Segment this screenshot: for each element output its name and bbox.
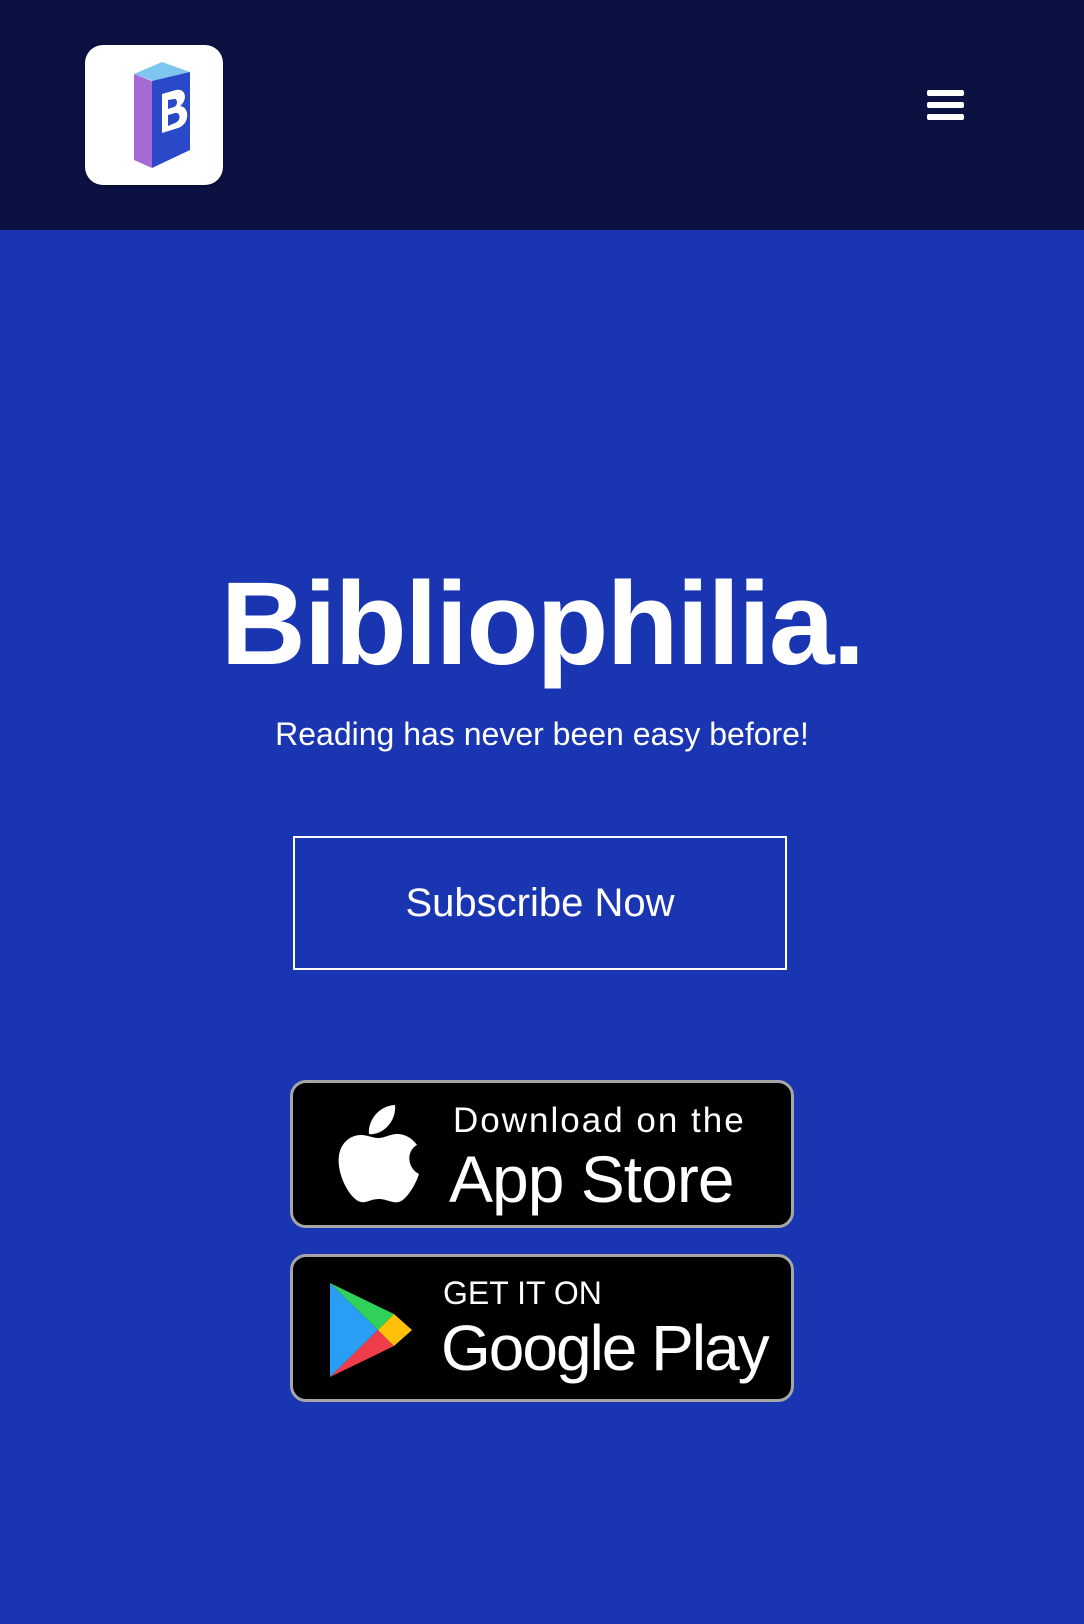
subscribe-button[interactable]: Subscribe Now (293, 836, 787, 970)
top-navbar (0, 0, 1084, 230)
menu-bar-3 (926, 114, 964, 120)
app-logo[interactable] (85, 45, 223, 185)
app-store-badge[interactable]: Download on the App Store (290, 1080, 794, 1228)
apple-icon (338, 1105, 419, 1203)
hamburger-menu-icon (926, 90, 964, 96)
google-play-icon (330, 1283, 412, 1377)
googleplay-big-text: Google Play (441, 1312, 770, 1384)
appstore-small-text: Download on the (453, 1101, 746, 1140)
page-title: Bibliophilia. (220, 558, 866, 690)
googleplay-small-text: GET IT ON (443, 1275, 602, 1311)
menu-bar-2 (926, 102, 964, 108)
page-subtitle: Reading has never been easy before! (275, 716, 809, 752)
bibliophilia-book-logo-icon (134, 62, 190, 168)
appstore-big-text: App Store (449, 1142, 735, 1216)
google-play-badge[interactable]: GET IT ON Google Play (290, 1254, 794, 1402)
hamburger-menu-button[interactable] (918, 80, 972, 130)
